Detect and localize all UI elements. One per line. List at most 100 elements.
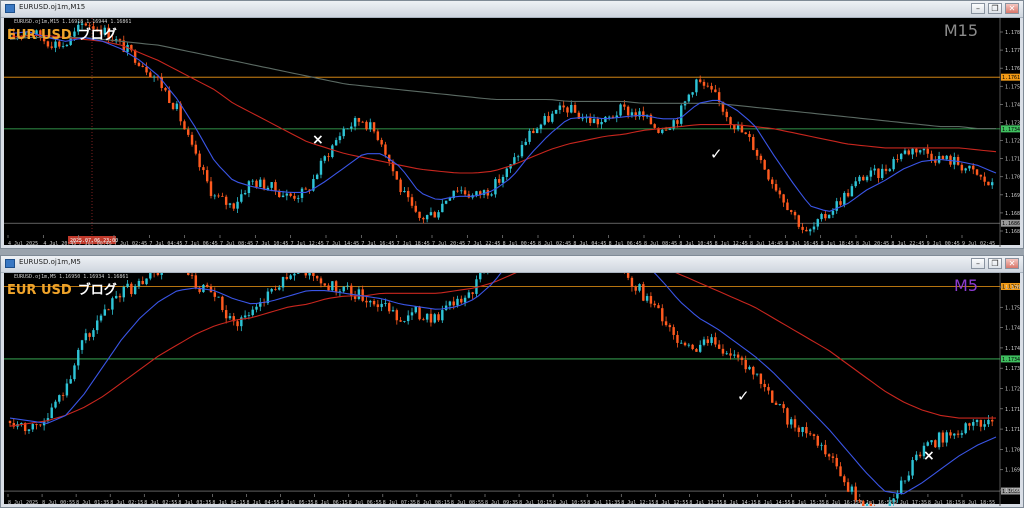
candle-body xyxy=(247,181,251,194)
candle-body xyxy=(740,125,744,133)
candle-body xyxy=(255,306,258,310)
candle-body xyxy=(680,105,683,124)
candle-body xyxy=(843,476,846,483)
restore-button[interactable]: ❐ xyxy=(988,3,1002,14)
candle-body xyxy=(160,273,163,275)
time-label: 8 Jul 12:55 xyxy=(655,500,688,506)
candle-body xyxy=(471,292,474,294)
close-button[interactable]: ✕ xyxy=(1005,258,1019,269)
time-label: 8 Jul 04:55 xyxy=(247,500,280,506)
candle-body xyxy=(456,190,459,192)
candle-body xyxy=(801,427,804,432)
candle-body xyxy=(425,215,429,220)
candle-body xyxy=(759,155,763,161)
candle-body xyxy=(50,46,53,48)
title-bar[interactable]: EURUSD.oj1m,M15 – ❐ ✕ xyxy=(1,1,1023,18)
candle-body xyxy=(289,193,292,196)
time-label: 7 Jul 02:45 xyxy=(114,241,147,247)
candle-body xyxy=(334,140,338,146)
time-label: 8 Jul 08:15 xyxy=(417,500,450,506)
candle-body xyxy=(61,395,65,396)
candle-body xyxy=(850,486,854,492)
candle-body xyxy=(949,432,952,436)
candle-body xyxy=(937,432,941,448)
candle-body xyxy=(433,212,436,218)
candle-body xyxy=(782,194,785,203)
chart-canvas[interactable]: 1.176151.173481.168611.176301.175551.174… xyxy=(4,273,1020,506)
candle-body xyxy=(297,273,300,274)
candle-body xyxy=(285,277,289,279)
blog-text: ブログ xyxy=(77,283,117,298)
ma-long-line xyxy=(9,36,996,130)
time-label: 8 Jul 05:35 xyxy=(281,500,314,506)
candle-body xyxy=(107,309,110,311)
candle-body xyxy=(262,179,266,190)
restore-button[interactable]: ❐ xyxy=(988,258,1002,269)
candle-body xyxy=(755,149,759,156)
candle-body xyxy=(293,273,296,276)
candle-body xyxy=(805,427,808,434)
candlestick-chart[interactable]: 1.176151.173481.168612025.07.06 23:001.1… xyxy=(4,18,1020,247)
candle-body xyxy=(444,200,448,204)
candle-body xyxy=(964,423,967,434)
candle-body xyxy=(460,298,463,303)
time-label: 7 Jul 22:45 xyxy=(467,241,500,247)
candle-body xyxy=(126,283,129,287)
candle-body xyxy=(710,85,713,90)
candle-body xyxy=(979,174,983,177)
candle-body xyxy=(99,315,103,321)
candle-body xyxy=(152,76,156,78)
candle-body xyxy=(122,286,125,298)
candle-body xyxy=(990,419,994,422)
candle-body xyxy=(551,113,554,122)
candle-body xyxy=(801,226,804,230)
candle-body xyxy=(698,344,702,352)
minimize-button[interactable]: – xyxy=(971,258,985,269)
candle-body xyxy=(441,203,444,213)
candle-body xyxy=(463,297,467,303)
window-title: EURUSD.oj1m,M15 xyxy=(19,3,86,11)
candle-body xyxy=(554,109,558,114)
candle-body xyxy=(702,339,706,345)
chart-window-m15[interactable]: EURUSD.oj1m,M15 – ❐ ✕ 1.17615 1.17348 1.16… xyxy=(0,0,1024,249)
time-label: 8 Jul 00:45 xyxy=(503,241,536,247)
candle-body xyxy=(846,482,850,492)
time-label: 8 Jul 18:55 xyxy=(962,500,995,506)
minimize-button[interactable]: – xyxy=(971,3,985,14)
candle-body xyxy=(8,420,12,424)
time-label: 8 Jul 02:55 xyxy=(144,500,177,506)
candle-body xyxy=(346,128,349,130)
time-label: 8 Jul 10:45 xyxy=(679,241,712,247)
price-label: 1.16955 xyxy=(1005,468,1020,474)
candle-body xyxy=(805,229,808,232)
price-label: 1.17275 xyxy=(1005,139,1020,145)
time-label: 7 Jul 16:45 xyxy=(361,241,394,247)
title-bar[interactable]: EURUSD.oj1m,M5 – ❐ ✕ xyxy=(1,256,1023,273)
candles xyxy=(8,20,994,236)
candle-body xyxy=(771,390,774,403)
candle-body xyxy=(786,202,789,211)
time-label: 8 Jul 02:15 xyxy=(110,500,143,506)
ma-slow-line xyxy=(9,273,996,427)
candle-body xyxy=(968,165,971,169)
candle-body xyxy=(626,106,630,116)
chart-canvas[interactable]: 1.176151.173481.168612025.07.06 23:001.1… xyxy=(4,18,1020,247)
candle-body xyxy=(357,289,361,299)
candle-body xyxy=(896,159,899,160)
candle-body xyxy=(706,339,709,343)
candle-body xyxy=(778,190,782,195)
time-label: 8 Jul 15:35 xyxy=(792,500,825,506)
candle-body xyxy=(570,104,573,113)
candle-body xyxy=(816,219,819,227)
time-label: 8 Jul 20:45 xyxy=(856,241,889,247)
time-label: 7 Jul 00:45 xyxy=(79,241,112,247)
candle-body xyxy=(953,433,956,436)
candlestick-chart[interactable]: 1.176151.173481.168611.176301.175551.174… xyxy=(4,273,1020,506)
candle-body xyxy=(642,284,645,301)
candles xyxy=(8,273,994,506)
chart-window-m5[interactable]: EURUSD.oj1m,M5 – ❐ ✕ 1.176151.173481.168… xyxy=(0,255,1024,508)
blog-text: ブログ xyxy=(77,28,117,43)
candle-body xyxy=(243,315,247,318)
close-button[interactable]: ✕ xyxy=(1005,3,1019,14)
time-label: 8 Jul 01:35 xyxy=(76,500,109,506)
